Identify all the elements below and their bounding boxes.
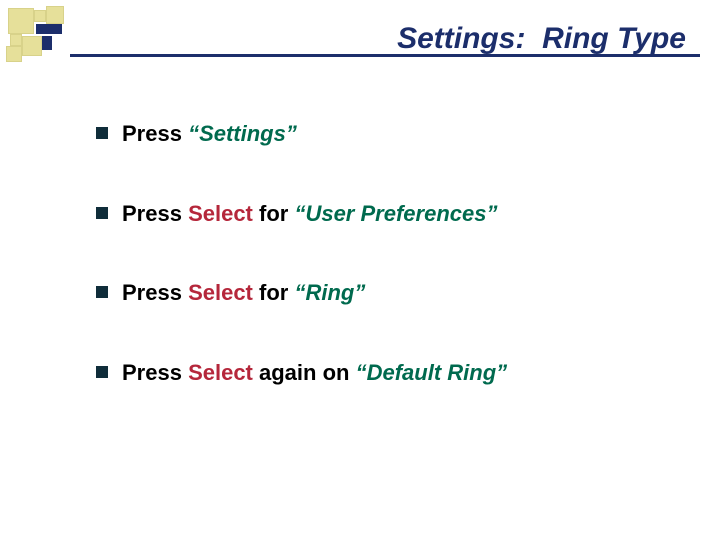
text-quoted: “Default Ring” [356,360,508,385]
text-plain: again on [253,360,356,385]
slide: Settings: Ring Type Press “Settings” Pre… [0,0,720,540]
bullet-text: Press Select again on “Default Ring” [122,359,507,387]
bullet-list: Press “Settings” Press Select for “User … [96,120,680,438]
text-select: Select [188,201,253,226]
corner-decoration [6,6,66,66]
text-quoted: “Ring” [294,280,365,305]
text-plain: Press [122,360,188,385]
bullet-icon [96,207,108,219]
text-quoted: “Settings” [188,121,297,146]
text-quoted: “User Preferences” [294,201,497,226]
bullet-icon [96,127,108,139]
bullet-icon [96,286,108,298]
text-plain: for [253,201,295,226]
text-plain: Press [122,121,188,146]
text-select: Select [188,280,253,305]
text-select: Select [188,360,253,385]
slide-title: Settings: Ring Type [397,22,686,56]
text-plain: Press [122,280,188,305]
list-item: Press “Settings” [96,120,680,148]
bullet-icon [96,366,108,378]
list-item: Press Select for “Ring” [96,279,680,307]
bullet-text: Press Select for “User Preferences” [122,200,497,228]
text-plain: Press [122,201,188,226]
bullet-text: Press Select for “Ring” [122,279,365,307]
list-item: Press Select for “User Preferences” [96,200,680,228]
bullet-text: Press “Settings” [122,120,297,148]
list-item: Press Select again on “Default Ring” [96,359,680,387]
text-plain: for [253,280,295,305]
